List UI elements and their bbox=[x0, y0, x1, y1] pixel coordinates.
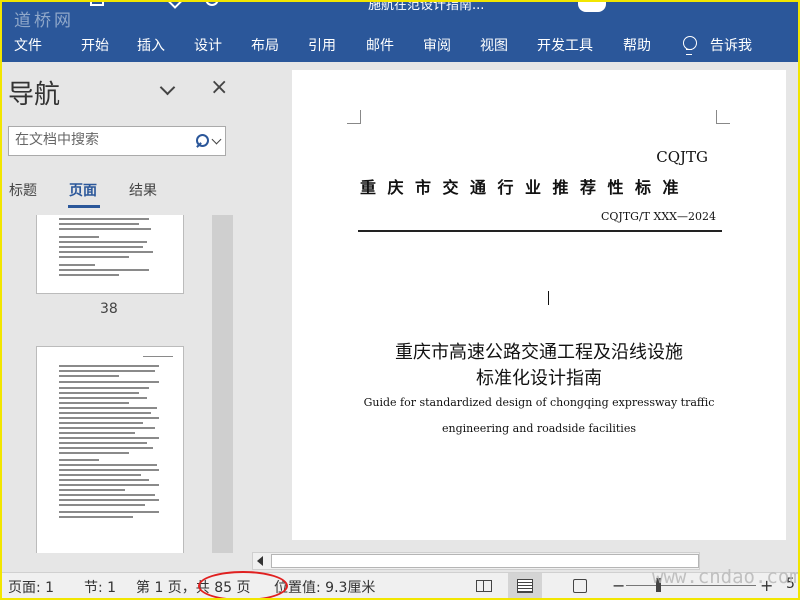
tab-pages[interactable]: 页面 bbox=[69, 180, 97, 200]
nav-search-box bbox=[8, 126, 226, 156]
web-layout-button[interactable] bbox=[564, 573, 598, 599]
search-input[interactable] bbox=[15, 132, 185, 148]
margin-corner-mark bbox=[347, 110, 361, 124]
english-title: Guide for standardized design of chongqi… bbox=[363, 396, 715, 409]
standard-category-title: 重庆市交通行业推荐性标准 bbox=[360, 178, 691, 197]
site-watermark-bottom: www.cndao.com bbox=[652, 566, 800, 588]
tab-references[interactable]: 引用 bbox=[308, 35, 336, 55]
tab-file[interactable]: 文件 bbox=[14, 35, 42, 55]
close-icon[interactable]: × bbox=[210, 77, 228, 99]
tab-home[interactable]: 开始 bbox=[81, 35, 109, 55]
document-main-title: 重庆市高速公路交通工程及沿线设施 bbox=[395, 342, 683, 363]
document-main-title-line2: 标准化设计指南 bbox=[476, 368, 602, 389]
tab-headings[interactable]: 标题 bbox=[9, 180, 37, 200]
page-layout-icon bbox=[517, 579, 533, 593]
search-options-chevron-icon[interactable] bbox=[211, 134, 222, 145]
scroll-left-icon[interactable] bbox=[253, 553, 269, 569]
english-title-line2: engineering and roadside facilities bbox=[442, 422, 636, 435]
tab-mailings[interactable]: 邮件 bbox=[366, 35, 394, 55]
search-icon[interactable] bbox=[195, 134, 209, 148]
status-page[interactable]: 页面: 1 bbox=[8, 577, 54, 597]
page-thumbnail[interactable] bbox=[36, 215, 184, 294]
account-avatar[interactable] bbox=[578, 0, 606, 12]
chevron-down-icon[interactable] bbox=[158, 80, 180, 98]
tab-insert[interactable]: 插入 bbox=[137, 35, 165, 55]
ribbon-tabs: 文件 开始 插入 设计 布局 引用 邮件 审阅 视图 开发工具 帮助 告诉我 bbox=[0, 28, 800, 62]
horizontal-scrollbar[interactable] bbox=[252, 552, 700, 570]
header-rule bbox=[358, 230, 722, 232]
tab-results[interactable]: 结果 bbox=[129, 180, 157, 200]
tab-review[interactable]: 审阅 bbox=[423, 35, 451, 55]
zoom-out-button[interactable]: − bbox=[612, 576, 625, 595]
tab-developer[interactable]: 开发工具 bbox=[537, 35, 593, 55]
tab-layout[interactable]: 布局 bbox=[251, 35, 279, 55]
save-icon[interactable] bbox=[90, 0, 104, 6]
print-layout-button[interactable] bbox=[508, 573, 542, 599]
margin-corner-mark bbox=[716, 110, 730, 124]
horizontal-scrollbar-thumb[interactable] bbox=[271, 554, 699, 568]
text-cursor bbox=[548, 291, 549, 305]
document-page[interactable]: CQJTG 重庆市交通行业推荐性标准 CQJTG/T XXX—2024 重庆市高… bbox=[292, 70, 786, 540]
standard-code: CQJTG bbox=[656, 148, 708, 166]
tell-me-label: 告诉我 bbox=[710, 38, 752, 54]
page-thumbnail[interactable] bbox=[36, 346, 184, 553]
web-layout-icon bbox=[573, 579, 587, 593]
lightbulb-icon bbox=[682, 36, 697, 55]
standard-number: CQJTG/T XXX—2024 bbox=[601, 210, 716, 223]
document-area: CQJTG 重庆市交通行业推荐性标准 CQJTG/T XXX—2024 重庆市高… bbox=[248, 62, 800, 572]
tab-view[interactable]: 视图 bbox=[480, 35, 508, 55]
print-preview-icon[interactable] bbox=[205, 0, 219, 6]
status-page-count[interactable]: 第 1 页，共 85 页 bbox=[136, 577, 251, 597]
tab-design[interactable]: 设计 bbox=[194, 35, 222, 55]
book-icon bbox=[476, 580, 492, 592]
status-section[interactable]: 节: 1 bbox=[84, 577, 116, 597]
page-thumbnails: 38 bbox=[0, 215, 232, 553]
redo-icon[interactable] bbox=[165, 0, 185, 9]
tell-me-box[interactable]: 告诉我 bbox=[682, 35, 752, 55]
navigation-pane: 导航 × 标题 页面 结果 38 bbox=[0, 62, 248, 572]
active-tab-indicator bbox=[68, 205, 100, 208]
nav-pane-title: 导航 bbox=[8, 80, 61, 110]
nav-scrollbar-thumb[interactable] bbox=[212, 215, 233, 553]
document-title: 施航在范设计指南... bbox=[368, 0, 485, 13]
read-mode-button[interactable] bbox=[468, 573, 502, 599]
status-position[interactable]: 位置值: 9.3厘米 bbox=[274, 577, 375, 597]
site-watermark: 道桥网 bbox=[14, 11, 74, 28]
tab-help[interactable]: 帮助 bbox=[623, 35, 651, 55]
title-bar: 道桥网 施航在范设计指南... bbox=[0, 0, 800, 28]
thumbnail-page-number: 38 bbox=[100, 301, 118, 317]
nav-scrollbar[interactable] bbox=[212, 215, 233, 553]
